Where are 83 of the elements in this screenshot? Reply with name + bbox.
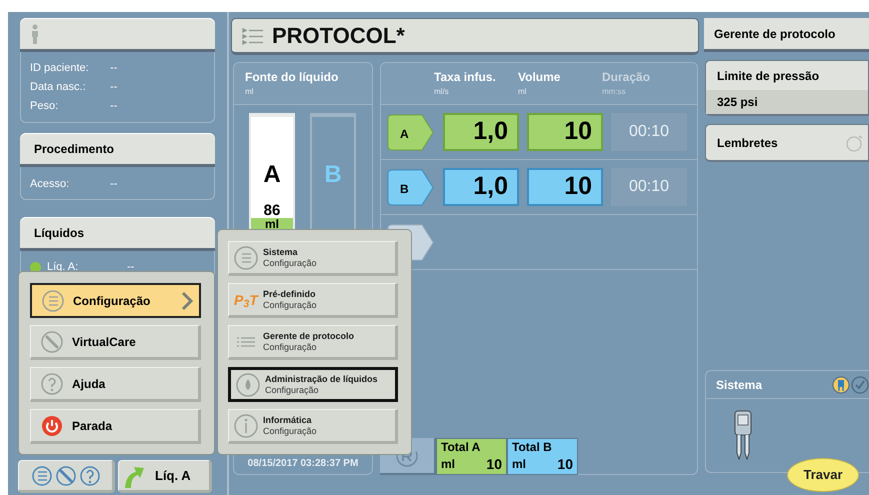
patient-header[interactable] — [20, 18, 215, 52]
help-icon — [41, 372, 63, 394]
list-icon — [242, 26, 264, 46]
column-header: Duração — [602, 69, 652, 86]
card-title: Lembretes — [717, 134, 778, 152]
pressure-limit-card[interactable]: Limite de pressão 325 psi — [705, 60, 869, 116]
item-title: Gerente de protocolo — [263, 330, 354, 342]
submenu-item[interactable]: Informática Configuração — [228, 409, 398, 444]
unit-label: mm:ss — [602, 86, 627, 98]
timestamp: 08/15/2017 03:28:37 PM — [246, 457, 360, 471]
submenu-item[interactable]: Gerente de protocolo Configuração — [228, 325, 398, 360]
list-icon[interactable] — [32, 466, 52, 486]
syringe-label: A — [263, 160, 281, 190]
phase-tab[interactable]: B — [387, 168, 435, 206]
submenu-item[interactable]: Sistema Configuração — [228, 241, 398, 276]
protocol-title: PROTOCOL* — [272, 22, 405, 50]
total-value: 10 — [557, 455, 573, 473]
menu-item[interactable]: Configuração — [30, 283, 201, 318]
item-title: Informática — [263, 414, 313, 426]
total-value: 10 — [486, 455, 502, 473]
unit-label: ml — [518, 86, 528, 98]
list-icon — [234, 246, 258, 270]
menu-item[interactable]: Ajuda — [30, 367, 201, 402]
field-label: Acesso: — [30, 177, 70, 192]
item-subtitle: Configuração — [263, 426, 317, 436]
duration-field: 00:10 — [611, 168, 687, 206]
injector-status-icon — [832, 376, 850, 394]
card-title: Limite de pressão — [716, 68, 820, 84]
phase-tab[interactable]: A — [387, 114, 435, 150]
list-icon — [42, 290, 64, 312]
menu-item[interactable]: Parada — [30, 409, 201, 444]
lock-button[interactable]: Travar — [787, 458, 859, 492]
item-subtitle: Configuração — [263, 300, 317, 310]
field-value: -- — [110, 80, 118, 96]
stopwatch-icon — [846, 134, 864, 152]
check-icon — [851, 376, 869, 394]
rate-field[interactable]: 1,0 — [443, 113, 519, 151]
panel-title: Sistema — [716, 376, 762, 394]
column-header: Taxa infus. — [434, 69, 497, 86]
syringe-volume: 86 — [264, 203, 280, 218]
field-value: -- — [110, 61, 118, 76]
item-title: Administração de líquidos — [265, 374, 378, 384]
fluid-button[interactable]: Líq. A — [118, 460, 212, 493]
field-value: -- — [110, 99, 118, 114]
injector-head-drawing — [732, 409, 754, 461]
total-unit: ml — [512, 456, 526, 473]
syringe-label: B — [324, 160, 342, 190]
reminders-card[interactable]: Lembretes — [705, 124, 869, 162]
total-unit: ml — [441, 456, 456, 473]
rate-field[interactable]: 1,0 — [443, 168, 519, 206]
item-title: Pré-definido — [263, 288, 317, 300]
field-value: -- — [110, 177, 118, 192]
field-label: Data nasc.: — [30, 80, 87, 96]
unit-label: ml/s — [434, 86, 450, 98]
volume-field[interactable]: 10 — [527, 113, 603, 151]
field-label: ID paciente: — [30, 61, 90, 76]
volume-field[interactable]: 10 — [527, 168, 603, 206]
submenu-item[interactable]: Administração de líquidos Configuração — [228, 367, 398, 402]
item-subtitle: Configuração — [263, 258, 317, 268]
field-label: Peso: — [30, 99, 60, 114]
pressure-value: 325 psi — [706, 90, 868, 114]
protocol-manager-tab[interactable]: Gerente de protocolo — [704, 18, 869, 52]
person-icon — [30, 24, 40, 44]
item-title: Sistema — [263, 246, 299, 258]
menu-item[interactable]: VirtualCare — [30, 325, 201, 360]
unit-label: ml — [245, 86, 254, 98]
duration-field: 00:10 — [611, 113, 687, 151]
total-label: Total A — [441, 439, 482, 455]
syringe-unit: ml — [264, 218, 279, 230]
fluids-header[interactable]: Líquidos — [20, 217, 215, 251]
help-icon[interactable] — [80, 466, 100, 486]
drop-icon — [236, 372, 260, 396]
total-label: Total B — [512, 439, 553, 455]
item-subtitle: Configuração — [265, 384, 320, 396]
field-value: -- — [127, 260, 134, 276]
info-icon — [234, 414, 258, 438]
field-label: Líq. A: — [47, 260, 80, 276]
p3t-logo: P$_{3}$T — [234, 292, 258, 306]
procedure-header[interactable]: Procedimento — [20, 133, 215, 167]
item-subtitle: Configuração — [263, 342, 318, 352]
panel-title: Fonte do líquido — [245, 69, 340, 86]
power-icon — [41, 414, 63, 436]
column-header: Volume — [518, 69, 562, 86]
